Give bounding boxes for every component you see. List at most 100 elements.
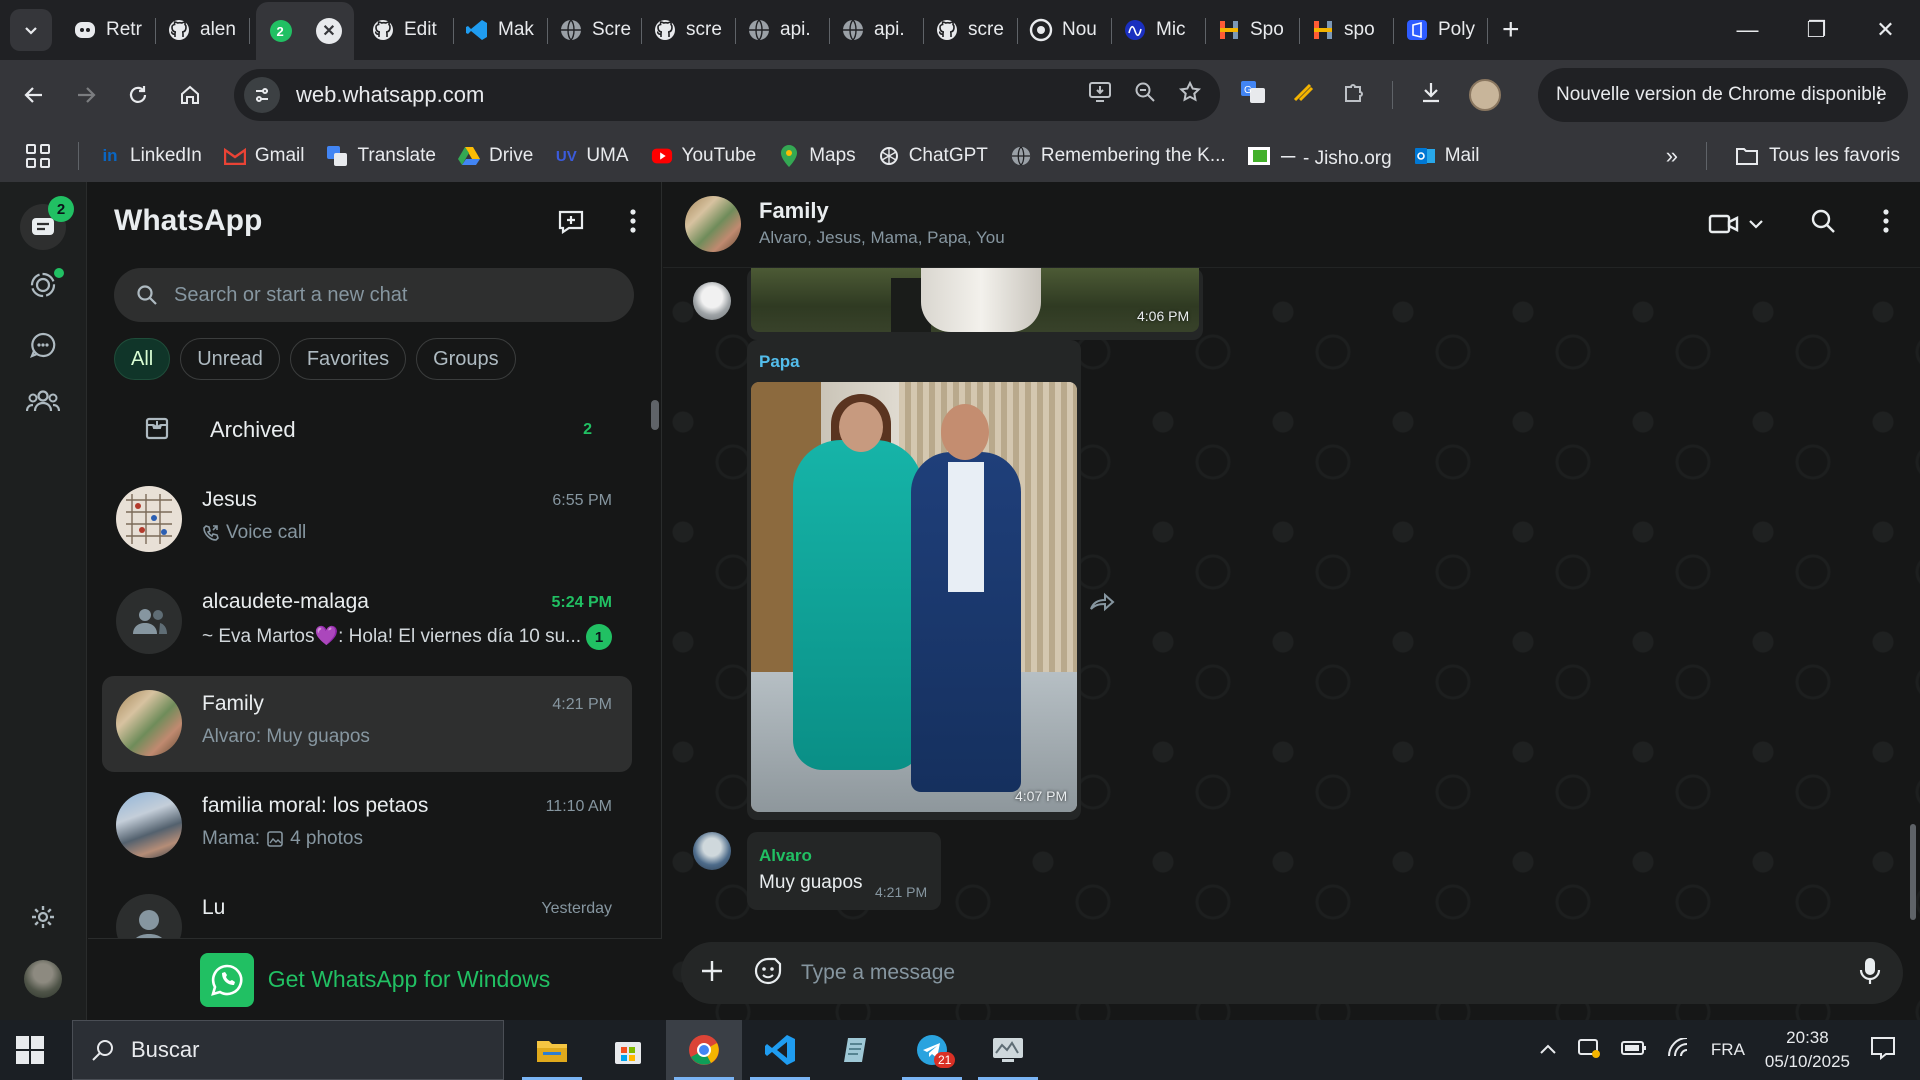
close-tab-icon[interactable]: ✕ xyxy=(316,18,342,44)
chevron-up-icon[interactable] xyxy=(1539,1040,1557,1060)
reload-button[interactable] xyxy=(112,69,164,121)
filter-chip-favorites[interactable]: Favorites xyxy=(289,338,407,380)
minimize-button[interactable]: — xyxy=(1713,0,1782,60)
browser-tab-4[interactable]: Mak xyxy=(454,0,548,60)
browser-tab-7[interactable]: api. xyxy=(736,0,830,60)
status-nav-button[interactable] xyxy=(20,262,66,308)
chat-list-scrollbar[interactable] xyxy=(651,400,659,430)
apps-grid-icon[interactable] xyxy=(26,144,50,168)
browser-tab-8[interactable]: api. xyxy=(830,0,924,60)
chat-row-jesus[interactable]: Jesus 6:55 PM Voice call xyxy=(102,472,632,568)
attach-button[interactable] xyxy=(699,958,725,989)
taskbar-search[interactable]: Buscar xyxy=(72,1020,504,1080)
conversation-scrollbar[interactable] xyxy=(1910,824,1916,920)
chat-row-lu[interactable]: Lu Yesterday xyxy=(102,880,632,938)
language-indicator[interactable]: FRA xyxy=(1711,1040,1745,1060)
chat-search-input[interactable] xyxy=(174,283,614,307)
bookmark-1[interactable]: Gmail xyxy=(223,145,304,167)
bookmark-9[interactable]: ㄧ - Jisho.org xyxy=(1247,143,1392,170)
profile-photo[interactable] xyxy=(24,960,62,998)
tab-search-button[interactable] xyxy=(10,9,52,51)
security-icon[interactable] xyxy=(1577,1037,1601,1064)
zoom-icon[interactable] xyxy=(1134,81,1156,109)
filter-chip-unread[interactable]: Unread xyxy=(180,338,280,380)
chat-search-box[interactable] xyxy=(114,268,634,322)
wifi-icon[interactable] xyxy=(1667,1036,1691,1063)
bookmark-star-icon[interactable] xyxy=(1178,80,1202,110)
chats-nav-button[interactable]: 2 xyxy=(20,196,74,250)
message-input[interactable] xyxy=(801,961,1701,985)
telegram-app[interactable]: 21 xyxy=(894,1020,970,1080)
browser-tab-0[interactable]: Retr xyxy=(62,0,156,60)
network-monitor-app[interactable] xyxy=(970,1020,1046,1080)
group-avatar[interactable] xyxy=(685,196,741,252)
vscode-app[interactable] xyxy=(742,1020,818,1080)
bookmark-6[interactable]: Maps xyxy=(778,145,856,167)
bookmark-3[interactable]: Drive xyxy=(457,145,533,167)
chat-row-alcaudete-malaga[interactable]: alcaudete-malaga 5:24 PM ~ Eva Martos💜: … xyxy=(102,574,632,670)
conversation-menu-button[interactable] xyxy=(1882,208,1890,239)
all-bookmarks-button[interactable]: Tous les favoris xyxy=(1735,145,1900,167)
site-info-icon[interactable] xyxy=(244,77,280,113)
home-button[interactable] xyxy=(164,69,216,121)
more-bookmarks-icon[interactable]: » xyxy=(1666,143,1678,169)
file-explorer-app[interactable] xyxy=(514,1020,590,1080)
browser-tab-13[interactable]: spo xyxy=(1300,0,1394,60)
translate-extension-icon[interactable]: G xyxy=(1240,80,1266,110)
emoji-button[interactable] xyxy=(753,956,783,991)
archived-row[interactable]: Archived 2 xyxy=(88,392,662,468)
close-window-button[interactable]: ✕ xyxy=(1851,0,1920,60)
conversation-header[interactable]: Family Alvaro, Jesus, Mama, Papa, You xyxy=(663,182,1920,268)
chat-row-familia-moral[interactable]: familia moral: los petaos 11:10 AM Mama:… xyxy=(102,778,632,874)
browser-tab-10[interactable]: Nou xyxy=(1018,0,1112,60)
bookmark-4[interactable]: UV UMA xyxy=(555,145,629,167)
browser-tab-14[interactable]: Poly xyxy=(1394,0,1488,60)
voice-message-button[interactable] xyxy=(1859,956,1881,991)
chat-row-family[interactable]: Family 4:21 PM Alvaro: Muy guapos xyxy=(102,676,632,772)
filter-chip-all[interactable]: All xyxy=(114,338,171,380)
bookmark-2[interactable]: Translate xyxy=(326,145,436,167)
windows-start-button[interactable] xyxy=(16,1036,44,1064)
bookmark-8[interactable]: Remembering the K... xyxy=(1010,145,1226,167)
browser-tab-3[interactable]: Edit xyxy=(360,0,454,60)
forward-button[interactable] xyxy=(1089,592,1115,617)
bookmark-7[interactable]: ChatGPT xyxy=(878,145,988,167)
browser-tab-11[interactable]: Mic xyxy=(1112,0,1206,60)
chat-list-menu-button[interactable] xyxy=(629,208,637,239)
new-tab-button[interactable]: + xyxy=(1502,13,1520,47)
sender-avatar[interactable] xyxy=(693,282,731,320)
channels-nav-button[interactable] xyxy=(20,322,66,368)
browser-tab-2[interactable]: 2 ✕ xyxy=(256,2,354,60)
microsoft-store-app[interactable] xyxy=(590,1020,666,1080)
forward-button[interactable] xyxy=(60,69,112,121)
notes-app[interactable] xyxy=(818,1020,894,1080)
profile-avatar[interactable] xyxy=(1469,79,1501,111)
battery-icon[interactable] xyxy=(1620,1040,1647,1061)
settings-nav-button[interactable] xyxy=(20,894,66,940)
message-photo[interactable] xyxy=(751,382,1077,812)
get-whatsapp-banner[interactable]: Get WhatsApp for Windows xyxy=(88,938,662,1020)
bookmark-10[interactable]: Mail xyxy=(1414,145,1480,167)
clock[interactable]: 20:38 05/10/2025 xyxy=(1765,1026,1850,1074)
chrome-app[interactable] xyxy=(666,1020,742,1080)
puzzle-icon[interactable] xyxy=(1342,80,1366,110)
download-icon[interactable] xyxy=(1419,80,1443,110)
notifications-button[interactable] xyxy=(1870,1036,1896,1065)
bookmark-0[interactable]: in LinkedIn xyxy=(99,145,201,167)
video-call-button[interactable] xyxy=(1708,213,1764,235)
message-photo[interactable] xyxy=(751,268,1199,332)
install-app-icon[interactable] xyxy=(1088,81,1112,109)
browser-tab-9[interactable]: scre xyxy=(924,0,1018,60)
browser-tab-12[interactable]: Spo xyxy=(1206,0,1300,60)
back-button[interactable] xyxy=(8,69,60,121)
address-bar[interactable]: web.whatsapp.com xyxy=(234,69,1220,121)
pen-extension-icon[interactable] xyxy=(1292,80,1316,110)
browser-tab-6[interactable]: scre xyxy=(642,0,736,60)
communities-nav-button[interactable] xyxy=(20,378,66,424)
chrome-update-button[interactable]: Nouvelle version de Chrome disponible ⋮ xyxy=(1538,68,1908,122)
search-messages-button[interactable] xyxy=(1810,208,1836,239)
filter-chip-groups[interactable]: Groups xyxy=(416,338,516,380)
bookmark-5[interactable]: YouTube xyxy=(651,145,756,167)
browser-tab-5[interactable]: Scre xyxy=(548,0,642,60)
sender-avatar[interactable] xyxy=(693,832,731,870)
